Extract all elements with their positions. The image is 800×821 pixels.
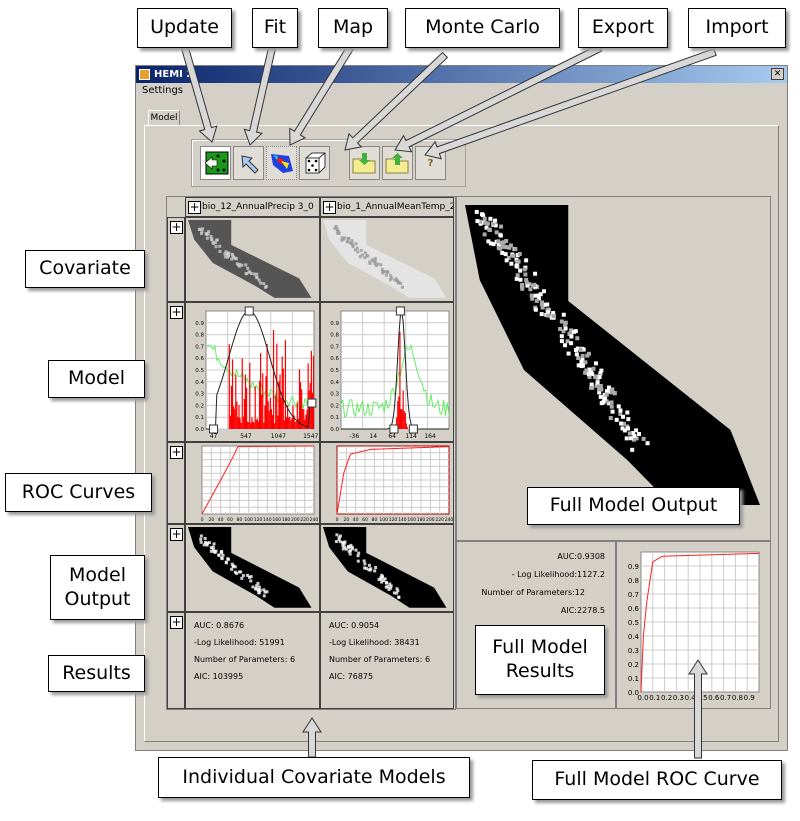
note-model: Model [48,360,145,398]
note-monte-carlo: Monte Carlo [405,8,560,48]
note-fit: Fit [252,8,298,48]
callout-arrow [302,717,322,758]
note-export: Export [578,8,668,48]
note-covariate: Covariate [25,250,145,288]
note-full-roc: Full Model ROC Curve [532,760,782,800]
callout-arrow [181,46,218,143]
annotation-arrows [181,44,717,759]
note-model-output: Model Output [50,555,145,620]
note-full-results: Full Model Results [475,625,605,695]
note-results: Results [48,655,145,692]
note-update: Update [137,8,232,48]
note-roc: ROC Curves [5,473,152,512]
note-individual-models: Individual Covariate Models [158,757,470,798]
note-full-output: Full Model Output [527,487,740,525]
callout-arrow [688,659,708,759]
note-import: Import [688,8,786,48]
callout-arrow [394,44,603,153]
note-map: Map [318,8,388,48]
callout-arrow [243,46,277,146]
callout-arrow [289,45,354,146]
